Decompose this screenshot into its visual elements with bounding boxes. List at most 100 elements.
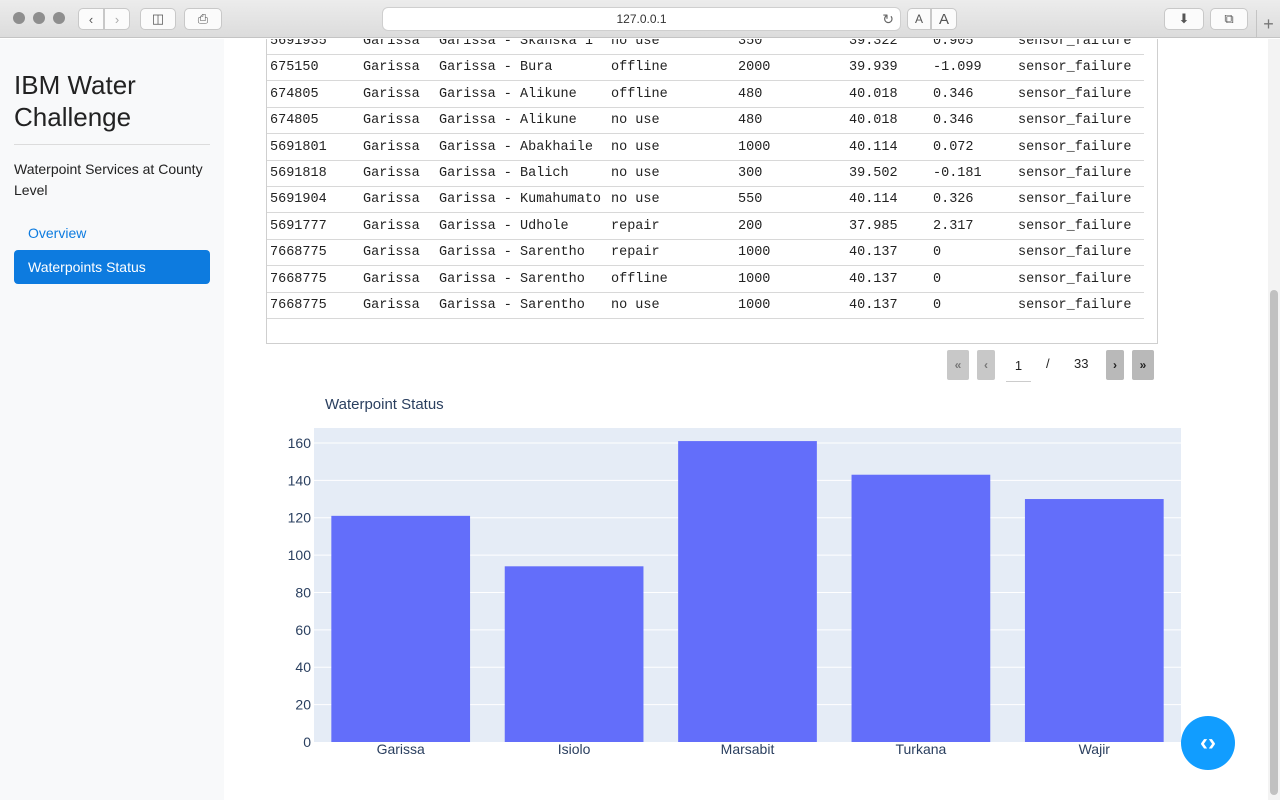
y-tick-label: 60 <box>295 622 311 638</box>
table-row: 5691818 Garissa Garissa - Balich no use 300 3… <box>267 161 1144 187</box>
text-larger-button[interactable]: A <box>931 8 957 30</box>
table-cell: sensor_failure <box>1018 218 1132 234</box>
table-cell: no use <box>611 192 660 208</box>
reload-icon[interactable]: ↻ <box>882 11 894 28</box>
table-cell: 5691935 <box>270 39 327 49</box>
nav-overview[interactable]: Overview <box>14 216 210 250</box>
chart-title: Waterpoint Status <box>325 396 444 413</box>
table-row: 7668775 Garissa Garissa - Sarentho no use 10… <box>267 293 1144 319</box>
table-cell: 40.137 <box>849 298 898 313</box>
code-brackets-icon: ‹› <box>1200 729 1216 756</box>
url-text: 127.0.0.1 <box>616 12 667 26</box>
bar-turkana[interactable] <box>851 474 991 742</box>
y-tick-label: 120 <box>288 510 312 526</box>
table-cell: 0.072 <box>933 139 974 155</box>
table-cell: 0.905 <box>933 39 974 49</box>
y-tick-label: 40 <box>295 659 311 675</box>
table-cell: 0 <box>933 245 942 261</box>
new-tab-button[interactable]: + <box>1256 10 1280 38</box>
table-cell: 40.114 <box>849 139 898 155</box>
table-cell: 0 <box>933 298 942 313</box>
sidebar-toggle-button[interactable]: ◫ <box>140 8 176 30</box>
minimize-window-button[interactable] <box>33 12 45 24</box>
chevron-left-icon: ‹ <box>88 11 94 27</box>
back-button[interactable]: ‹ <box>78 8 104 30</box>
previous-page-button[interactable]: ‹ <box>977 350 995 380</box>
table-cell: 1000 <box>738 298 771 313</box>
main-content: 5691935 Garissa Garissa - Skanska 1 no use 3… <box>224 39 1268 800</box>
table-cell: 7668775 <box>270 298 327 313</box>
table-cell: 5691818 <box>270 166 327 181</box>
table-cell: 40.018 <box>849 86 898 102</box>
table-cell: -0.181 <box>933 166 982 181</box>
table-cell: 300 <box>738 166 763 181</box>
last-page-button[interactable]: » <box>1132 350 1154 380</box>
address-bar[interactable]: 127.0.0.1 ↻ <box>382 7 901 31</box>
pagination: « ‹ 1 / 33 › » <box>224 350 1268 382</box>
dev-tools-button[interactable]: ‹› <box>1181 716 1235 770</box>
bar-isiolo[interactable] <box>504 566 644 742</box>
page-scrollbar-thumb[interactable] <box>1270 290 1278 795</box>
table-row: 5691801 Garissa Garissa - Abakhaile no use 1… <box>267 135 1144 161</box>
tabs-icon: ⧉ <box>1224 11 1234 26</box>
browser-toolbar: ‹ › ◫ ⎙ 127.0.0.1 ↻ A A ⬇ ⧉ + <box>0 0 1280 38</box>
nav-waterpoints-status[interactable]: Waterpoints Status <box>14 250 210 284</box>
table-row: 5691935 Garissa Garissa - Skanska 1 no use 3… <box>267 39 1144 55</box>
text-smaller-button[interactable]: A <box>907 8 931 30</box>
zoom-window-button[interactable] <box>53 12 65 24</box>
table-cell: Garissa - Sarentho <box>439 245 585 261</box>
chevron-right-icon: › <box>114 11 120 27</box>
table-cell: 40.137 <box>849 245 898 261</box>
table-cell: Garissa - Abakhaile <box>439 139 593 155</box>
table-cell: 674805 <box>270 86 319 102</box>
table-cell: no use <box>611 166 660 181</box>
table-cell: 40.137 <box>849 271 898 287</box>
next-page-button[interactable]: › <box>1106 350 1124 380</box>
bar-chart-svg: 0 20 40 60 80 100 120 140 160 Garissa Isiolo Marsab… <box>288 428 1181 757</box>
table-cell: 2000 <box>738 60 771 76</box>
chevron-left-icon: ‹ <box>984 358 988 372</box>
table-cell: sensor_failure <box>1018 298 1132 313</box>
tabs-overview-button[interactable]: ⧉ <box>1210 8 1248 30</box>
table-cell: Garissa - Sarentho <box>439 271 585 287</box>
x-tick-label: Turkana <box>895 741 946 757</box>
table-cell: 675150 <box>270 60 319 76</box>
y-tick-label: 80 <box>295 584 311 600</box>
sidebar-icon: ◫ <box>151 11 165 26</box>
table-row: 674805 Garissa Garissa - Alikune no use 480 4… <box>267 108 1144 135</box>
print-button[interactable]: ⎙ <box>184 8 222 30</box>
table-cell: sensor_failure <box>1018 192 1132 208</box>
table-cell: Garissa <box>363 113 420 129</box>
table-cell: 40.018 <box>849 113 898 129</box>
table-cell: Garissa <box>363 271 420 287</box>
app-title: IBM Water Challenge <box>14 70 136 132</box>
bar-marsabit[interactable] <box>678 441 817 742</box>
close-window-button[interactable] <box>13 12 25 24</box>
table-cell: -1.099 <box>933 60 982 76</box>
table-cell: 0.346 <box>933 86 974 102</box>
page-number-input[interactable]: 1 <box>1006 358 1031 382</box>
downloads-button[interactable]: ⬇ <box>1164 8 1204 30</box>
table-cell: sensor_failure <box>1018 166 1132 181</box>
table-cell: Garissa - Skanska 1 <box>439 39 593 49</box>
table-cell: 5691904 <box>270 192 327 208</box>
bar-wajir[interactable] <box>1024 499 1164 742</box>
table-cell: Garissa <box>363 218 420 234</box>
table-cell: 1000 <box>738 245 771 261</box>
table-cell: sensor_failure <box>1018 39 1132 49</box>
table-cell: Garissa <box>363 39 420 49</box>
table-cell: 480 <box>738 86 763 102</box>
x-tick-label: Marsabit <box>721 741 775 757</box>
bar-garissa[interactable] <box>331 515 471 742</box>
total-pages: 33 <box>1074 356 1089 371</box>
text-smaller-label: A <box>914 12 923 26</box>
printer-icon: ⎙ <box>197 11 209 26</box>
table-cell: 200 <box>738 218 763 234</box>
table-cell: 40.114 <box>849 192 898 208</box>
table-cell: 2.317 <box>933 218 974 234</box>
sidebar-divider <box>14 144 210 145</box>
table-cell: Garissa <box>363 192 420 208</box>
forward-button[interactable]: › <box>104 8 130 30</box>
table-row: 5691904 Garissa Garissa - Kumahumato no use… <box>267 187 1144 214</box>
first-page-button[interactable]: « <box>947 350 969 380</box>
